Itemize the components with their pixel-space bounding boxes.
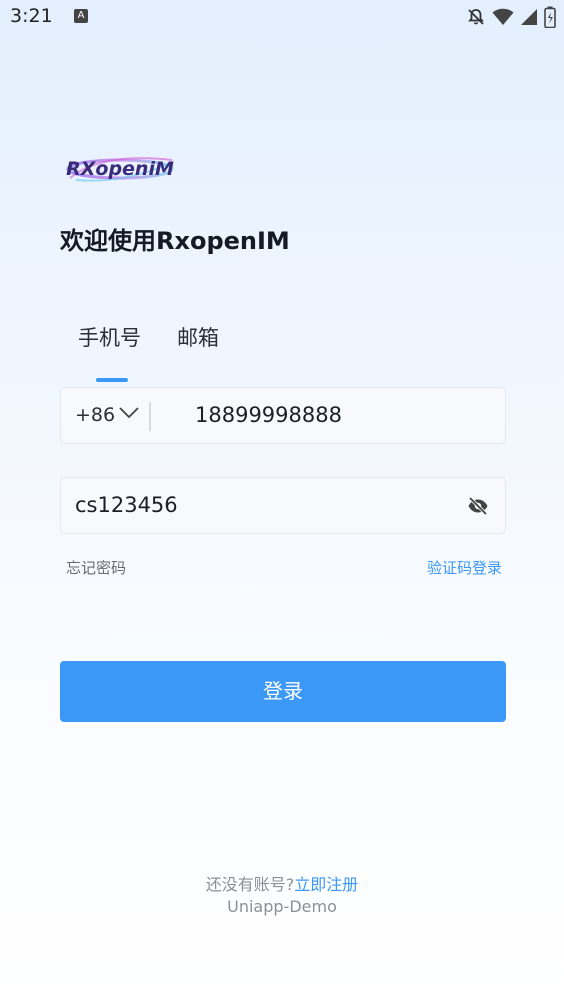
logo-text: RXopeniM bbox=[66, 158, 174, 180]
chevron-down-icon[interactable] bbox=[119, 407, 139, 419]
login-button[interactable]: 登录 bbox=[60, 661, 506, 722]
tab-email[interactable]: 邮箱 bbox=[177, 322, 219, 352]
demo-label: Uniapp-Demo bbox=[227, 897, 337, 916]
bell-off-icon bbox=[468, 9, 484, 25]
eye-off-icon[interactable] bbox=[467, 495, 489, 517]
forgot-password-link[interactable]: 忘记密码 bbox=[66, 557, 126, 578]
signal-icon bbox=[521, 9, 537, 25]
status-time: 3:21 bbox=[10, 5, 53, 27]
status-bar: 3:21 A bbox=[0, 0, 564, 34]
country-code-select[interactable]: +86 bbox=[75, 404, 115, 426]
notification-a-icon: A bbox=[74, 9, 88, 23]
rxopenim-logo: RXopeniM bbox=[66, 157, 174, 182]
battery-icon bbox=[544, 6, 556, 28]
login-tabs: 手机号 邮箱 bbox=[78, 322, 219, 382]
phone-input[interactable]: 18899998888 bbox=[195, 403, 342, 427]
status-icons bbox=[466, 5, 556, 29]
code-login-link[interactable]: 验证码登录 bbox=[427, 557, 502, 578]
password-input[interactable]: cs123456 bbox=[75, 493, 178, 517]
register-prompt: 还没有账号?立即注册 bbox=[0, 871, 564, 895]
wifi-icon bbox=[492, 8, 514, 25]
welcome-title: 欢迎使用RxopenIM bbox=[60, 227, 290, 255]
field-divider bbox=[149, 402, 151, 431]
tab-phone[interactable]: 手机号 bbox=[78, 322, 141, 382]
register-question: 还没有账号? bbox=[205, 875, 295, 894]
register-link[interactable]: 立即注册 bbox=[294, 875, 358, 894]
phone-field: +86 18899998888 bbox=[60, 387, 506, 444]
password-field: cs123456 bbox=[60, 477, 506, 534]
